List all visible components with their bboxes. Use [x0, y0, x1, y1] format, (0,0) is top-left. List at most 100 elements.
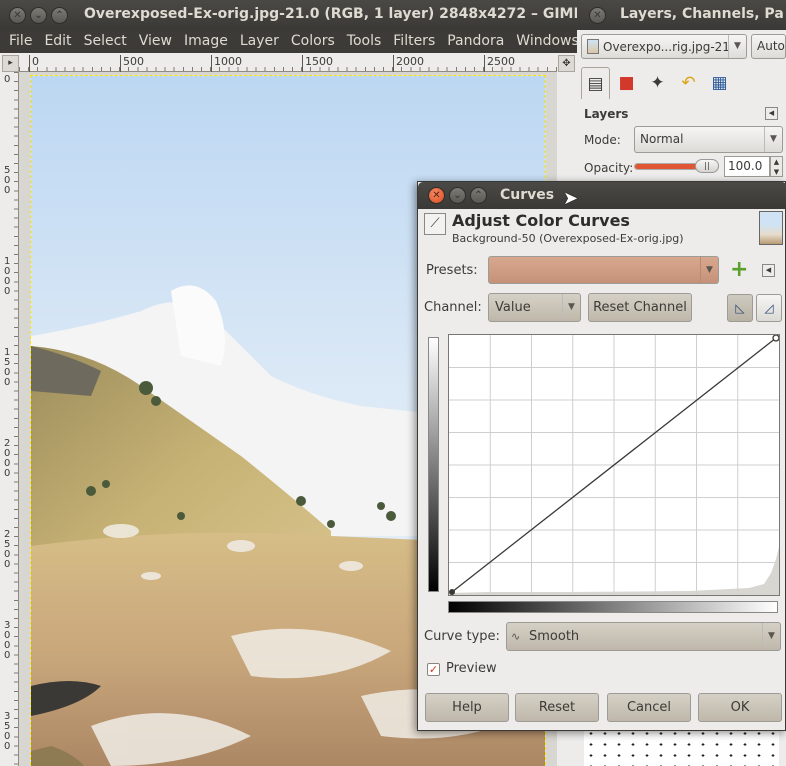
menu-pandora[interactable]: Pandora — [441, 30, 510, 53]
menu-image[interactable]: Image — [178, 30, 234, 53]
maximize-icon[interactable]: ⌃ — [470, 187, 487, 204]
chevron-down-icon: ▼ — [762, 623, 780, 650]
tab-menu-icon[interactable]: ◀ — [765, 107, 778, 120]
brushes-preview[interactable] — [584, 728, 779, 766]
menubar: File Edit Select View Image Layer Colors Tools F… — [0, 30, 623, 53]
minimize-icon[interactable]: ⌄ — [30, 7, 47, 24]
main-titlebar[interactable]: ✕ ⌄ ⌃ Overexposed-Ex-orig.jpg-21.0 (RGB,… — [0, 0, 584, 30]
layers-heading: Layers — [584, 107, 629, 121]
channel-label: Channel: — [424, 300, 482, 315]
curves-tool-icon: ⟋ — [424, 213, 446, 235]
opacity-slider-handle[interactable]: || — [695, 159, 719, 173]
close-icon[interactable]: ✕ — [589, 7, 606, 24]
dialog-heading: Adjust Color Curves — [452, 211, 630, 230]
curve-control-point[interactable] — [772, 334, 780, 342]
menu-colors[interactable]: Colors — [285, 30, 341, 53]
ruler-tick-label: 2000 — [393, 55, 424, 72]
preview-label[interactable]: Preview — [446, 661, 497, 676]
curves-dialog: ✕ ⌄ ⌃ Curves ➤ ⟋ Adjust Color Curves Bac… — [417, 181, 786, 731]
layer-thumbnail — [759, 211, 783, 245]
menu-filters[interactable]: Filters — [387, 30, 441, 53]
layers-icon[interactable]: ▤ — [581, 67, 610, 99]
ok-button[interactable]: OK — [698, 693, 782, 722]
presets-combobox[interactable]: ▼ — [488, 256, 719, 284]
linear-histogram-icon[interactable]: ◺ — [727, 294, 753, 322]
image-select-dropdown[interactable]: Overexpo...rig.jpg-21 ▼ — [581, 34, 747, 59]
opacity-spinner[interactable]: ▲ ▼ — [770, 156, 783, 177]
menu-select[interactable]: Select — [78, 30, 133, 53]
undo-history-icon[interactable]: ↶ — [674, 67, 703, 99]
curve-graph[interactable] — [448, 334, 780, 596]
mode-select[interactable]: Normal ▼ — [634, 126, 783, 153]
ruler-tick-label: 3500 — [4, 711, 11, 752]
minimize-icon[interactable]: ⌄ — [449, 187, 466, 204]
curve-control-point[interactable] — [449, 589, 455, 595]
image-thumbnail-icon — [587, 39, 599, 54]
menu-file[interactable]: File — [3, 30, 38, 53]
quick-mask-icon[interactable]: ▸ — [2, 55, 19, 72]
opacity-label: Opacity: — [584, 161, 634, 175]
histogram-icon[interactable]: ▦ — [705, 67, 734, 99]
ruler-tick-label: 0 — [4, 74, 11, 85]
dock-titlebar[interactable]: ✕ Layers, Channels, Pa — [577, 0, 786, 30]
ruler-tick-label: 2000 — [4, 438, 11, 479]
chevron-down-icon: ▼ — [764, 127, 782, 152]
presets-menu-icon[interactable]: ◀ — [762, 264, 775, 277]
menu-view[interactable]: View — [133, 30, 178, 53]
channels-icon[interactable]: ■ — [612, 67, 641, 99]
mouse-cursor-icon: ➤ — [563, 188, 579, 209]
ruler-tick-label: 500 — [4, 165, 11, 196]
curve-type-value: Smooth — [529, 629, 580, 644]
ruler-tick-label: 1500 — [302, 55, 333, 72]
horizontal-ruler[interactable]: 0 500 1000 1500 2000 2500 — [19, 55, 557, 72]
dialog-subheading: Background-50 (Overexposed-Ex-orig.jpg) — [452, 232, 684, 245]
menu-layer[interactable]: Layer — [234, 30, 285, 53]
channel-value: Value — [495, 300, 531, 315]
reset-button[interactable]: Reset — [515, 693, 599, 722]
curves-titlebar[interactable]: ✕ ⌄ ⌃ Curves ➤ — [418, 182, 786, 209]
opacity-input[interactable]: 100.0 — [724, 156, 770, 177]
ruler-tick-label: 2500 — [4, 529, 11, 570]
ruler-tick-label: 1000 — [211, 55, 242, 72]
dock-tabs: ▤ ■ ✦ ↶ ▦ — [581, 67, 734, 100]
close-icon[interactable]: ✕ — [428, 187, 445, 204]
dock-title: Layers, Channels, Pa — [620, 6, 784, 22]
output-gradient-bar — [428, 337, 439, 592]
ruler-tick-label: 1500 — [4, 347, 11, 388]
menu-windows[interactable]: Windows — [510, 30, 585, 53]
mode-value: Normal — [640, 132, 684, 146]
menu-edit[interactable]: Edit — [38, 30, 77, 53]
ruler-tick-label: 3000 — [4, 620, 11, 661]
curve-type-label: Curve type: — [424, 629, 500, 644]
input-gradient-bar — [448, 601, 778, 613]
image-select-label: Overexpo...rig.jpg-21 — [603, 39, 728, 54]
maximize-icon[interactable]: ⌃ — [51, 7, 68, 24]
ruler-tick-label: 500 — [120, 55, 144, 72]
chevron-down-icon: ▼ — [700, 257, 718, 283]
navigate-icon[interactable]: ✥ — [558, 55, 575, 72]
help-button[interactable]: Help — [425, 693, 509, 722]
paths-icon[interactable]: ✦ — [643, 67, 672, 99]
ruler-tick-label: 1000 — [4, 256, 11, 297]
menu-tools[interactable]: Tools — [341, 30, 388, 53]
vertical-ruler[interactable]: 0 500 1000 1500 2000 2500 3000 3500 — [2, 72, 19, 766]
preview-checkbox[interactable]: ✓ — [427, 663, 440, 676]
auto-button[interactable]: Auto — [751, 34, 786, 59]
curves-title: Curves — [500, 187, 555, 203]
smooth-curve-icon: ∿ — [511, 630, 521, 643]
chevron-down-icon: ▼ — [562, 294, 580, 321]
ruler-tick-label: 2500 — [484, 55, 515, 72]
window-title: Overexposed-Ex-orig.jpg-21.0 (RGB, 1 lay… — [84, 6, 584, 22]
chevron-down-icon: ▼ — [728, 35, 746, 58]
mode-label: Mode: — [584, 133, 621, 147]
ruler-tick-label: 0 — [29, 55, 39, 72]
cancel-button[interactable]: Cancel — [607, 693, 691, 722]
logarithmic-histogram-icon[interactable]: ◿ — [756, 294, 782, 322]
close-icon[interactable]: ✕ — [9, 7, 26, 24]
curve-plot[interactable] — [449, 334, 780, 595]
presets-label: Presets: — [426, 263, 478, 278]
add-preset-icon[interactable]: + — [730, 259, 748, 281]
channel-select[interactable]: Value ▼ — [488, 293, 581, 322]
curve-type-select[interactable]: ∿ Smooth ▼ — [506, 622, 781, 651]
reset-channel-button[interactable]: Reset Channel — [588, 293, 692, 322]
